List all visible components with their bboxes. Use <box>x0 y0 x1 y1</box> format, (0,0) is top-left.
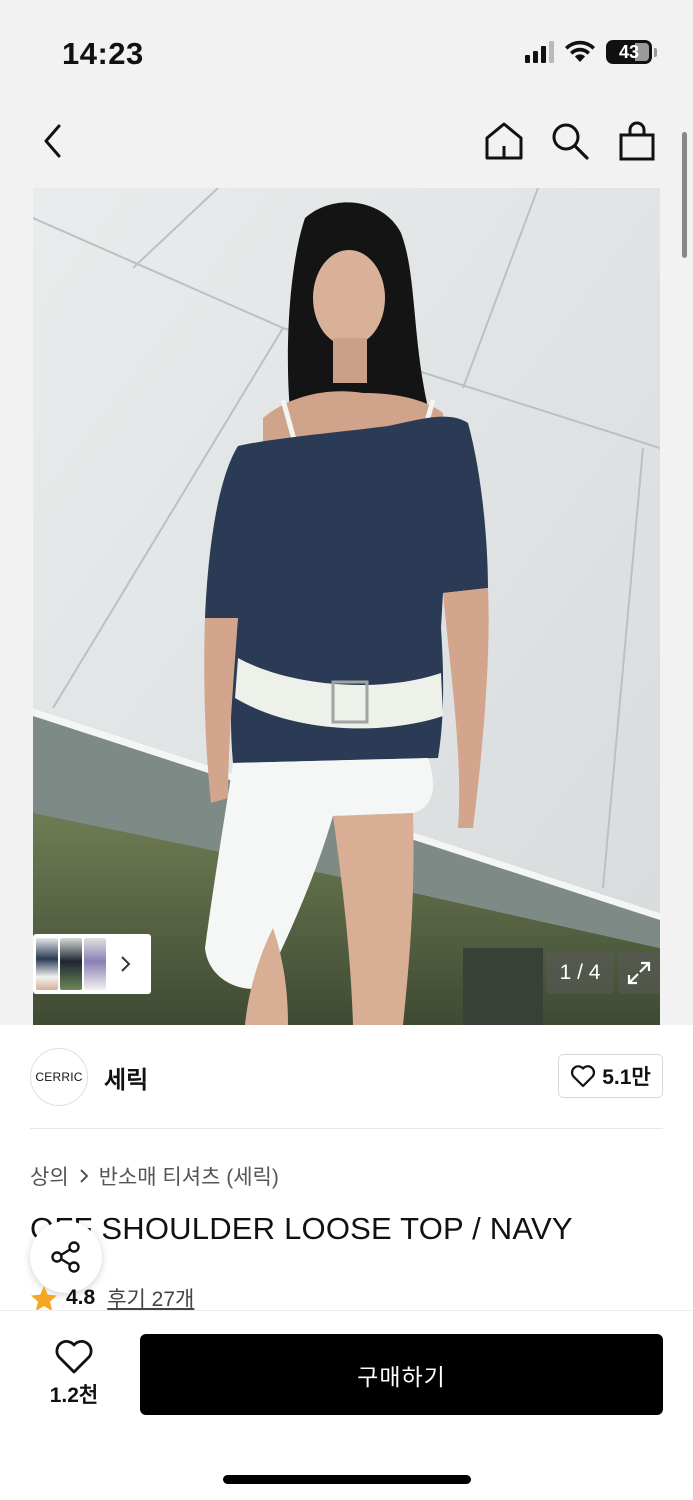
brand-like-count: 5.1만 <box>602 1066 651 1089</box>
home-button[interactable] <box>479 116 529 166</box>
search-icon <box>552 123 589 160</box>
wifi-icon <box>565 40 595 62</box>
review-link[interactable]: 후기 27개 <box>107 1283 194 1313</box>
chevron-right-icon <box>79 1169 89 1183</box>
brand-logo[interactable]: CERRIC <box>30 1048 88 1106</box>
cart-button[interactable] <box>612 116 662 166</box>
rating-row: 4.8 후기 27개 <box>30 1283 194 1313</box>
back-icon <box>44 124 61 158</box>
heart-icon <box>571 1065 596 1088</box>
buy-button[interactable]: 구매하기 <box>140 1334 663 1415</box>
home-indicator[interactable] <box>223 1475 471 1484</box>
back-button[interactable] <box>28 116 78 166</box>
home-icon <box>485 122 523 160</box>
thumbnail-2[interactable] <box>60 938 82 990</box>
expand-icon <box>627 961 651 985</box>
brand-like-button[interactable]: 5.1만 <box>558 1054 663 1098</box>
thumbnail-3[interactable] <box>84 938 106 990</box>
search-button[interactable] <box>545 116 595 166</box>
expand-image-button[interactable] <box>618 952 660 994</box>
nav-bar <box>0 100 693 188</box>
shopping-bag-icon <box>619 121 655 161</box>
wishlist-count: 1.2천 <box>49 1384 99 1407</box>
product-photo <box>33 188 660 1025</box>
breadcrumb: 상의 반소매 티셔츠 (세릭) <box>30 1161 279 1191</box>
status-time: 14:23 <box>62 36 144 71</box>
product-title: OFF SHOULDER LOOSE TOP / NAVY <box>30 1211 573 1246</box>
status-bar: 14:23 43 <box>0 0 693 100</box>
share-icon <box>51 1241 80 1273</box>
breadcrumb-subcategory[interactable]: 반소매 티셔츠 (세릭) <box>99 1161 279 1191</box>
signal-icon <box>525 41 554 63</box>
rating-value: 4.8 <box>66 1286 96 1309</box>
thumbnail-1[interactable] <box>36 938 58 990</box>
image-counter: 1 / 4 <box>546 952 614 994</box>
scroll-indicator[interactable] <box>682 132 687 258</box>
brand-name[interactable]: 세릭 <box>104 1060 148 1095</box>
thumbnail-strip[interactable] <box>33 934 151 994</box>
heart-icon <box>55 1340 93 1374</box>
battery-icon: 43 <box>606 40 652 64</box>
wishlist-button[interactable]: 1.2천 <box>40 1339 108 1409</box>
star-icon <box>31 1285 57 1311</box>
chevron-right-icon <box>121 956 131 972</box>
bottom-action-bar: 1.2천 구매하기 <box>0 1310 693 1500</box>
battery-level: 43 <box>618 41 640 62</box>
breadcrumb-category[interactable]: 상의 <box>30 1161 69 1191</box>
status-icons: 43 <box>525 40 657 64</box>
product-image-gallery[interactable]: 1 / 4 <box>33 188 660 1025</box>
divider <box>30 1128 663 1129</box>
brand-row[interactable]: CERRIC 세릭 5.1만 <box>30 1047 663 1107</box>
